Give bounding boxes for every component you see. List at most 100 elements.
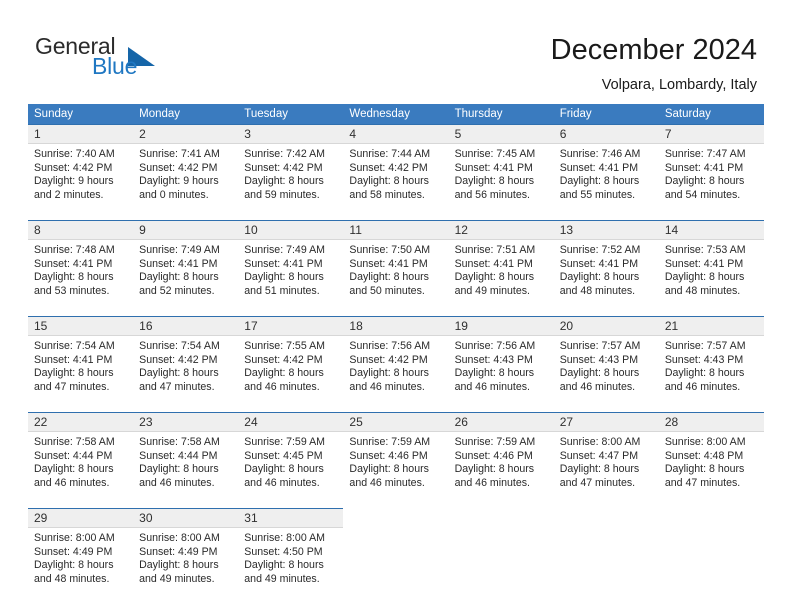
daylight-duration-line1: Daylight: 9 hours [139,175,219,188]
day-details: Sunrise: 8:00 AM Sunset: 4:49 PM Daylight:… [133,528,238,595]
daylight-duration-line2: and 46 minutes. [139,476,215,489]
sunrise-time: Sunrise: 7:57 AM [559,340,641,352]
calendar-day-cell[interactable]: 27 Sunrise: 8:00 AM Sunset: 4:47 PM Dayligh… [553,412,659,499]
page-title: December 2024 [550,34,757,66]
sunset-time: Sunset: 4:48 PM [664,449,744,462]
general-blue-logo[interactable]: General Blue [35,33,255,89]
daylight-duration-line2: and 46 minutes. [454,380,530,393]
daylight-duration-line1: Daylight: 8 hours [139,463,219,476]
calendar-day-cell[interactable]: 20 Sunrise: 7:57 AM Sunset: 4:43 PM Dayligh… [553,316,659,403]
daylight-duration-line1: Daylight: 8 hours [349,271,429,284]
sunset-time: Sunset: 4:49 PM [139,545,218,558]
calendar-day-cell-empty [343,508,448,595]
day-details [449,527,554,594]
sunrise-time: Sunrise: 7:49 AM [139,244,220,256]
calendar-day-cell[interactable]: 10 Sunrise: 7:49 AM Sunset: 4:41 PM Dayligh… [238,220,344,307]
calendar-day-cell[interactable]: 29 Sunrise: 8:00 AM Sunset: 4:49 PM Dayligh… [28,508,134,595]
calendar-day-cell[interactable]: 14 Sunrise: 7:53 AM Sunset: 4:41 PM Dayligh… [658,220,764,307]
daylight-duration-line2: and 58 minutes. [349,188,425,201]
sunrise-time: Sunrise: 7:58 AM [139,436,220,448]
sunrise-time: Sunrise: 7:50 AM [349,244,431,256]
sunset-time: Sunset: 4:41 PM [559,257,639,270]
calendar-weeks: 1 Sunrise: 7:40 AM Sunset: 4:42 PM Daylight… [28,124,764,595]
calendar-day-cell[interactable]: 23 Sunrise: 7:58 AM Sunset: 4:44 PM Dayligh… [133,412,239,499]
daylight-duration-line2: and 46 minutes. [664,380,741,393]
sunrise-time: Sunrise: 7:52 AM [559,244,641,256]
calendar-day-cell[interactable]: 24 Sunrise: 7:59 AM Sunset: 4:45 PM Dayligh… [238,412,344,499]
daylight-duration-line1: Daylight: 8 hours [349,463,429,476]
calendar-grid: Sunday Monday Tuesday Wednesday Thursday… [28,104,764,595]
day-number: 14 [658,221,764,240]
daylight-duration-line1: Daylight: 8 hours [559,175,640,188]
calendar-day-cell[interactable]: 2 Sunrise: 7:41 AM Sunset: 4:42 PM Daylight… [133,124,239,211]
day-details: Sunrise: 7:58 AM Sunset: 4:44 PM Daylight:… [133,432,238,499]
day-details: Sunrise: 7:59 AM Sunset: 4:46 PM Daylight:… [343,432,448,499]
day-details: Sunrise: 7:57 AM Sunset: 4:43 PM Daylight:… [554,336,659,403]
day-details [659,527,764,594]
calendar-day-cell[interactable]: 9 Sunrise: 7:49 AM Sunset: 4:41 PM Daylight… [133,220,239,307]
calendar-day-cell[interactable]: 6 Sunrise: 7:46 AM Sunset: 4:41 PM Daylight… [553,124,659,211]
day-number: 13 [553,221,659,240]
weekday-header-tuesday: Tuesday [244,108,288,120]
day-number: 11 [343,221,449,240]
calendar-day-cell[interactable]: 12 Sunrise: 7:51 AM Sunset: 4:41 PM Dayligh… [448,220,554,307]
sunset-time: Sunset: 4:41 PM [559,161,639,174]
calendar-day-cell[interactable]: 25 Sunrise: 7:59 AM Sunset: 4:46 PM Dayligh… [343,412,449,499]
calendar-day-cell[interactable]: 22 Sunrise: 7:58 AM Sunset: 4:44 PM Dayligh… [28,412,134,499]
daylight-duration-line1: Daylight: 8 hours [559,463,640,476]
daylight-duration-line1: Daylight: 8 hours [139,271,219,284]
calendar-day-cell[interactable]: 16 Sunrise: 7:54 AM Sunset: 4:42 PM Dayligh… [133,316,239,403]
day-details: Sunrise: 7:54 AM Sunset: 4:41 PM Daylight:… [28,336,133,403]
calendar-day-cell[interactable]: 11 Sunrise: 7:50 AM Sunset: 4:41 PM Dayligh… [343,220,449,307]
calendar-day-cell[interactable]: 18 Sunrise: 7:56 AM Sunset: 4:42 PM Dayligh… [343,316,449,403]
calendar-day-cell[interactable]: 8 Sunrise: 7:48 AM Sunset: 4:41 PM Daylight… [28,220,134,307]
calendar-day-cell[interactable]: 13 Sunrise: 7:52 AM Sunset: 4:41 PM Dayligh… [553,220,659,307]
logo-text-blue: Blue [92,53,138,79]
daylight-duration-line2: and 46 minutes. [349,476,425,489]
weekday-header-row: Sunday Monday Tuesday Wednesday Thursday… [28,104,764,124]
daylight-duration-line2: and 48 minutes. [559,284,636,297]
daylight-duration-line2: and 46 minutes. [349,380,425,393]
calendar-day-cell-empty [449,508,554,595]
calendar-day-cell[interactable]: 15 Sunrise: 7:54 AM Sunset: 4:41 PM Dayligh… [28,316,134,403]
calendar-day-cell[interactable]: 17 Sunrise: 7:55 AM Sunset: 4:42 PM Dayligh… [238,316,344,403]
daylight-duration-line1: Daylight: 8 hours [349,175,429,188]
sunset-time: Sunset: 4:43 PM [454,353,533,366]
calendar-day-cell[interactable]: 3 Sunrise: 7:42 AM Sunset: 4:42 PM Daylight… [238,124,344,211]
calendar-day-cell-empty [554,508,659,595]
day-number [554,508,659,527]
sunrise-time: Sunrise: 8:00 AM [664,436,746,448]
calendar-day-cell[interactable]: 4 Sunrise: 7:44 AM Sunset: 4:42 PM Daylight… [343,124,449,211]
calendar-day-cell[interactable]: 19 Sunrise: 7:56 AM Sunset: 4:43 PM Dayligh… [448,316,554,403]
sunset-time: Sunset: 4:49 PM [34,545,113,558]
daylight-duration-line1: Daylight: 8 hours [244,559,324,572]
calendar-day-cell[interactable]: 26 Sunrise: 7:59 AM Sunset: 4:46 PM Dayligh… [448,412,554,499]
sunset-time: Sunset: 4:42 PM [139,161,218,174]
sunrise-time: Sunrise: 7:41 AM [139,148,220,160]
calendar-day-cell[interactable]: 30 Sunrise: 8:00 AM Sunset: 4:49 PM Dayligh… [133,508,239,595]
calendar-day-cell[interactable]: 7 Sunrise: 7:47 AM Sunset: 4:41 PM Daylight… [658,124,764,211]
sunrise-time: Sunrise: 7:51 AM [454,244,536,256]
calendar-day-cell[interactable]: 5 Sunrise: 7:45 AM Sunset: 4:41 PM Daylight… [448,124,554,211]
daylight-duration-line1: Daylight: 8 hours [244,175,324,188]
sunrise-time: Sunrise: 7:42 AM [244,148,325,160]
calendar-day-cell[interactable]: 28 Sunrise: 8:00 AM Sunset: 4:48 PM Dayligh… [658,412,764,499]
day-number: 23 [133,413,239,432]
day-details: Sunrise: 7:56 AM Sunset: 4:42 PM Daylight:… [343,336,448,403]
daylight-duration-line1: Daylight: 8 hours [454,271,535,284]
daylight-duration-line2: and 51 minutes. [244,284,320,297]
daylight-duration-line2: and 46 minutes. [454,476,530,489]
calendar-day-cell[interactable]: 31 Sunrise: 8:00 AM Sunset: 4:50 PM Dayligh… [238,508,344,595]
day-details: Sunrise: 7:50 AM Sunset: 4:41 PM Daylight:… [343,240,448,307]
daylight-duration-line2: and 0 minutes. [139,188,209,201]
sunset-time: Sunset: 4:42 PM [139,353,218,366]
sunset-time: Sunset: 4:42 PM [244,353,323,366]
day-number: 8 [28,221,134,240]
day-details: Sunrise: 7:54 AM Sunset: 4:42 PM Daylight:… [133,336,238,403]
sunset-time: Sunset: 4:42 PM [244,161,323,174]
calendar-day-cell[interactable]: 21 Sunrise: 7:57 AM Sunset: 4:43 PM Dayligh… [658,316,764,403]
day-details [343,527,448,594]
sunset-time: Sunset: 4:46 PM [454,449,533,462]
calendar-day-cell[interactable]: 1 Sunrise: 7:40 AM Sunset: 4:42 PM Daylight… [28,124,134,211]
day-number: 28 [658,413,764,432]
